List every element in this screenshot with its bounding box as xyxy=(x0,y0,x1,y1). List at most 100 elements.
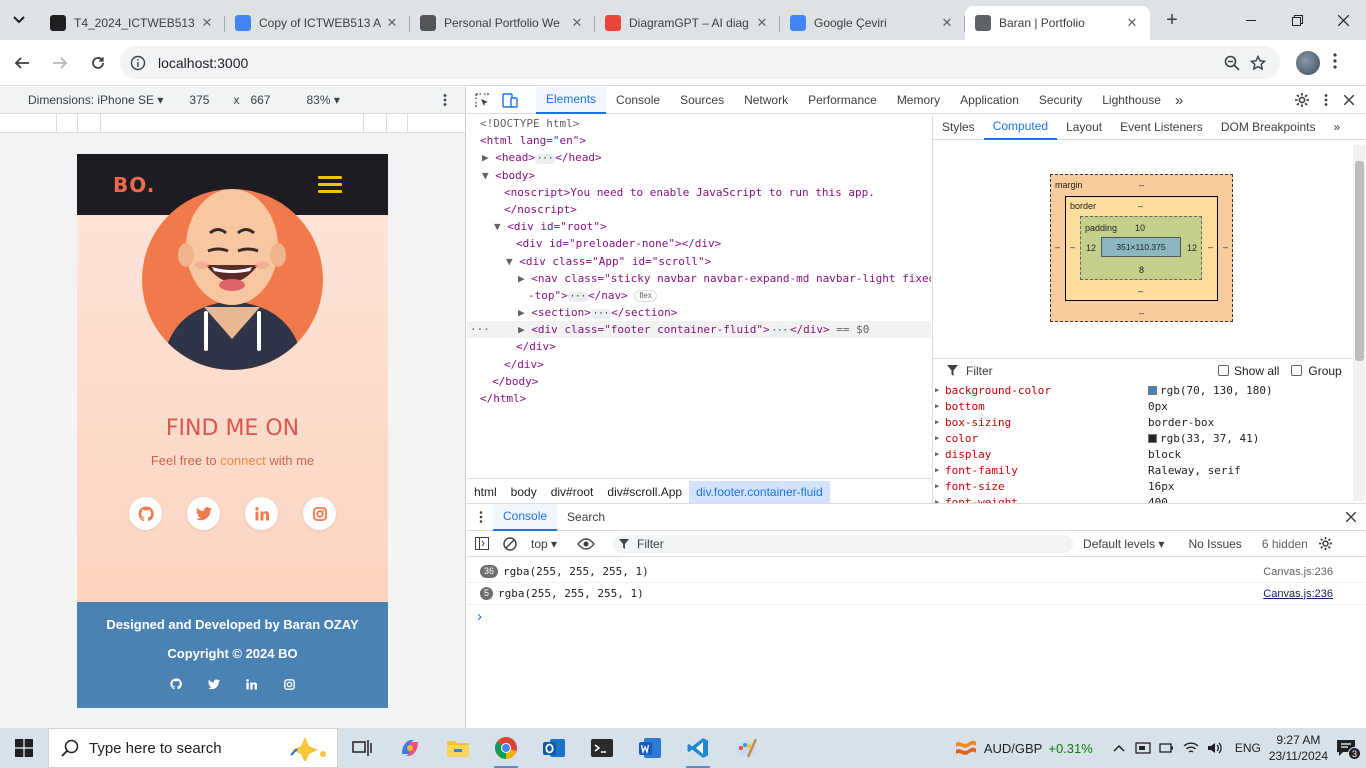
devtools-tab-elements[interactable]: Elements xyxy=(536,86,607,114)
start-button[interactable] xyxy=(0,728,48,768)
flex-badge[interactable]: flex xyxy=(634,289,657,302)
paint-icon[interactable] xyxy=(722,728,770,768)
show-hidden-icons-icon[interactable] xyxy=(1107,744,1131,752)
more-styles-tabs-icon[interactable]: » xyxy=(1325,115,1350,140)
close-tab-icon[interactable]: ✕ xyxy=(754,15,770,31)
notification-center-icon[interactable]: 3 xyxy=(1336,739,1361,760)
back-button[interactable] xyxy=(5,46,39,80)
styles-tab-styles[interactable]: Styles xyxy=(933,115,984,140)
zoom-icon[interactable] xyxy=(1224,55,1240,71)
browser-tab[interactable]: Baran | Portfolio ✕ xyxy=(965,6,1150,40)
console-message[interactable]: 5 rgba(255, 255, 255, 1) Canvas.js:236 xyxy=(467,583,1366,605)
dom-line[interactable]: </noscript> xyxy=(467,201,931,218)
language-indicator[interactable]: ENG xyxy=(1235,741,1261,755)
styles-tab-computed[interactable]: Computed xyxy=(983,115,1058,140)
computed-property[interactable]: background-colorrgb(70, 130, 180) xyxy=(933,382,1366,398)
dom-line[interactable]: ▼ <div id="root"> xyxy=(467,218,931,235)
computed-property[interactable]: bottom0px xyxy=(933,398,1366,414)
footer-linkedin-icon[interactable] xyxy=(245,677,259,691)
word-icon[interactable] xyxy=(626,728,674,768)
close-tab-icon[interactable]: ✕ xyxy=(384,15,400,31)
computed-property[interactable]: font-familyRaleway, serif xyxy=(933,462,1366,478)
close-tab-icon[interactable]: ✕ xyxy=(1124,15,1140,31)
more-tabs-icon[interactable]: » xyxy=(1175,92,1183,109)
github-link[interactable] xyxy=(129,497,162,530)
clear-console-icon[interactable] xyxy=(503,536,517,551)
sidebar-toggle-icon[interactable] xyxy=(475,537,489,550)
computed-property[interactable]: box-sizingborder-box xyxy=(933,414,1366,430)
breadcrumb-item[interactable]: div.footer.container-fluid xyxy=(689,480,830,503)
console-source-link[interactable]: Canvas.js:236 xyxy=(1263,588,1333,600)
breadcrumb-item[interactable]: div#scroll.App xyxy=(600,481,689,503)
devtools-tab-sources[interactable]: Sources xyxy=(670,87,734,114)
close-drawer-icon[interactable] xyxy=(1346,512,1356,522)
styles-tab-dom-breakpoints[interactable]: DOM Breakpoints xyxy=(1212,115,1325,140)
devtools-tab-performance[interactable]: Performance xyxy=(798,87,887,114)
close-tab-icon[interactable]: ✕ xyxy=(199,15,215,31)
footer-instagram-icon[interactable] xyxy=(283,677,297,691)
clock[interactable]: 9:27 AM 23/11/2024 xyxy=(1269,732,1328,764)
devtools-tab-console[interactable]: Console xyxy=(606,87,670,114)
close-tab-icon[interactable]: ✕ xyxy=(939,15,955,31)
drawer-tab-console[interactable]: Console xyxy=(493,503,558,531)
media-query-ruler[interactable] xyxy=(0,114,465,133)
copilot-icon[interactable] xyxy=(386,728,434,768)
volume-icon[interactable] xyxy=(1203,741,1227,755)
dom-line[interactable]: </div> xyxy=(467,338,931,355)
device-more-icon[interactable] xyxy=(443,94,447,106)
computed-property[interactable]: font-size16px xyxy=(933,478,1366,494)
live-expression-eye-icon[interactable] xyxy=(577,537,595,550)
browser-tab[interactable]: Google Çeviri ✕ xyxy=(780,6,965,40)
drawer-tab-search[interactable]: Search xyxy=(557,504,615,531)
dom-line[interactable]: ▼ <div class="App" id="scroll"> xyxy=(467,253,931,270)
twitter-link[interactable] xyxy=(187,497,220,530)
device-width-input[interactable]: 375 xyxy=(189,93,209,107)
battery-plug-icon[interactable] xyxy=(1155,741,1179,755)
drawer-menu-icon[interactable] xyxy=(479,511,483,523)
device-dimensions-select[interactable]: Dimensions: iPhone SE ▾ xyxy=(28,93,163,107)
dom-line[interactable]: ▶ <head> ··· </head> xyxy=(467,149,931,166)
dom-line[interactable]: ▼ <body> xyxy=(467,167,931,184)
inspect-element-icon[interactable] xyxy=(475,92,490,108)
new-tab-button[interactable]: + xyxy=(1158,6,1186,34)
console-message[interactable]: 36 rgba(255, 255, 255, 1) Canvas.js:236 xyxy=(467,561,1366,583)
breadcrumb-item[interactable]: html xyxy=(467,481,504,503)
computed-filter-input[interactable]: Filter xyxy=(966,364,1196,378)
console-filter-box[interactable]: Filter xyxy=(613,534,1074,553)
dom-line[interactable]: </body> xyxy=(467,373,931,390)
meet-now-icon[interactable] xyxy=(1131,741,1155,755)
dom-line[interactable]: <!DOCTYPE html> xyxy=(467,115,931,132)
issues-count[interactable]: No Issues xyxy=(1188,537,1241,551)
reload-button[interactable] xyxy=(81,46,115,80)
task-view-icon[interactable] xyxy=(338,728,386,768)
currency-widget-icon[interactable] xyxy=(954,737,978,759)
url-text[interactable]: localhost:3000 xyxy=(158,55,248,71)
devtools-menu-icon[interactable] xyxy=(1324,94,1328,106)
device-toggle-icon[interactable] xyxy=(502,92,518,108)
vscode-icon[interactable] xyxy=(674,728,722,768)
dom-line[interactable]: <noscript>You need to enable JavaScript … xyxy=(467,184,931,201)
dom-line[interactable]: <html lang="en"> xyxy=(467,132,931,149)
show-all-checkbox[interactable] xyxy=(1218,365,1229,376)
taskbar-search-box[interactable]: Type here to search xyxy=(48,728,338,768)
dom-line[interactable]: -top"> ··· </nav> flex xyxy=(467,287,931,304)
minimize-button[interactable] xyxy=(1228,0,1274,40)
address-bar[interactable]: localhost:3000 xyxy=(120,46,1280,79)
browser-tab[interactable]: Personal Portfolio We ✕ xyxy=(410,6,595,40)
breadcrumb-item[interactable]: div#root xyxy=(544,481,601,503)
console-settings-icon[interactable] xyxy=(1318,536,1333,551)
chrome-taskbar-icon[interactable] xyxy=(482,728,530,768)
restore-button[interactable] xyxy=(1274,0,1320,40)
profile-avatar[interactable] xyxy=(1296,51,1320,75)
color-swatch[interactable] xyxy=(1148,433,1157,443)
browser-tab[interactable]: Copy of ICTWEB513 A ✕ xyxy=(225,6,410,40)
computed-property[interactable]: displayblock xyxy=(933,446,1366,462)
currency-pair[interactable]: AUD/GBP xyxy=(984,741,1043,756)
file-explorer-icon[interactable] xyxy=(434,728,482,768)
dom-line[interactable]: </html> xyxy=(467,390,931,407)
forward-button[interactable] xyxy=(43,46,77,80)
console-source-link[interactable]: Canvas.js:236 xyxy=(1263,566,1333,578)
dom-line[interactable]: ▶ <nav class="sticky navbar navbar-expan… xyxy=(467,270,931,287)
dom-line[interactable]: ▶ <section> ··· </section> xyxy=(467,304,931,321)
devtools-tab-security[interactable]: Security xyxy=(1029,87,1092,114)
